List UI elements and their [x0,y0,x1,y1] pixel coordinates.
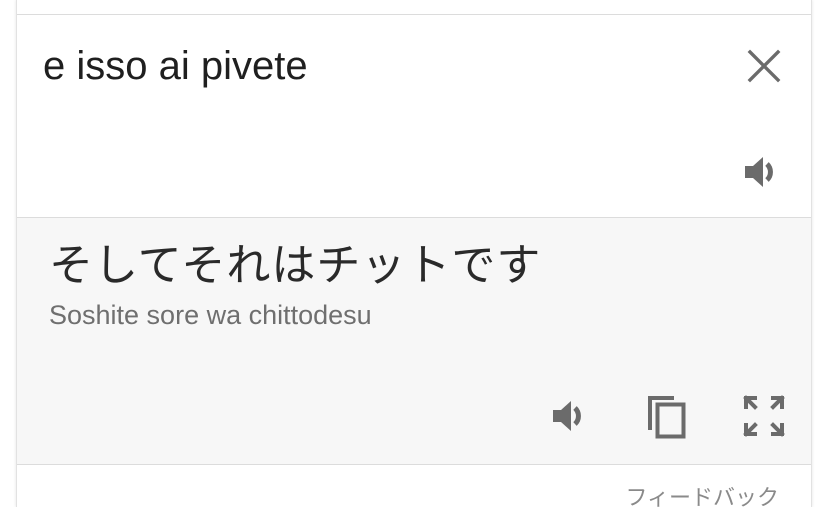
speaker-icon [553,401,581,431]
speaker-icon [745,157,773,187]
copy-button[interactable] [641,390,691,442]
fullscreen-icon [743,395,785,437]
close-icon [747,49,781,83]
footer-divider [17,464,811,465]
fullscreen-button[interactable] [739,392,789,440]
feedback-link[interactable]: フィードバック [625,480,779,507]
translate-page: e isso ai pivete そしてそれはチットです Soshite sor… [0,0,828,507]
romanization-text: Soshite sore wa chittodesu [49,300,372,330]
translate-card: e isso ai pivete そしてそれはチットです Soshite sor… [16,0,812,507]
translated-text: そしてそれはチットです [49,240,542,291]
top-divider [17,14,811,15]
clear-button[interactable] [739,42,789,90]
source-listen-button[interactable] [739,148,789,196]
source-text-input[interactable]: e isso ai pivete [43,42,308,90]
result-listen-button[interactable] [547,392,597,440]
copy-icon [648,396,686,439]
translation-result-panel: そしてそれはチットです Soshite sore wa chittodesu [17,218,811,464]
